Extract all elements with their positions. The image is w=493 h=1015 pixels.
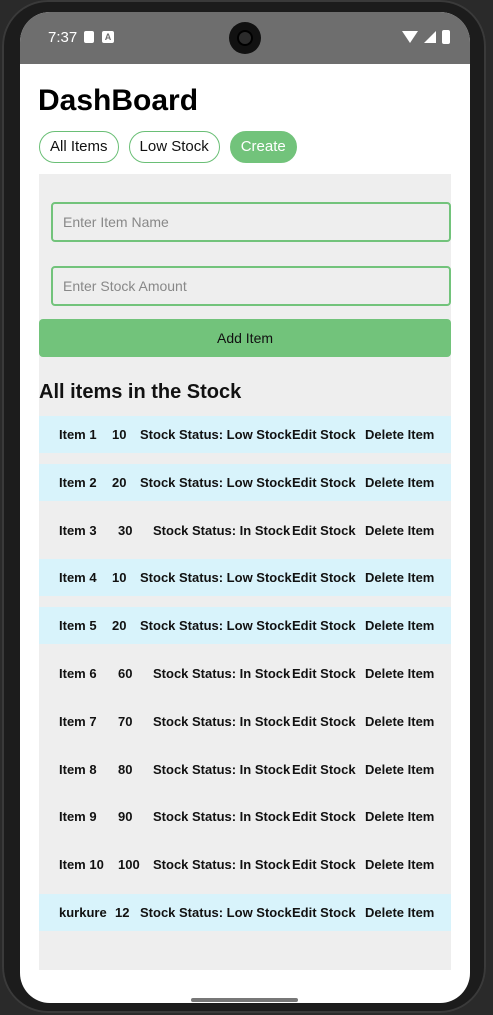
content-panel: Enter Item Name Enter Stock Amount Add I… xyxy=(39,174,451,970)
table-row: Item 3 30 Stock Status: In Stock Edit Stock… xyxy=(39,512,451,549)
battery-icon xyxy=(442,30,450,44)
stock-status: Stock Status: In Stock xyxy=(153,666,291,681)
delete-item-button[interactable]: Delete Item xyxy=(365,427,434,442)
item-quantity: 30 xyxy=(118,522,133,538)
delete-item-button[interactable]: Delete Item xyxy=(365,714,434,729)
item-quantity: 90 xyxy=(118,809,133,825)
table-row: Item 9 90 Stock Status: In Stock Edit Stock… xyxy=(39,798,451,835)
item-quantity: 10 xyxy=(112,570,127,586)
delete-item-button[interactable]: Delete Item xyxy=(365,809,434,824)
edit-stock-button[interactable]: Edit Stock xyxy=(292,570,356,585)
sd-card-icon xyxy=(84,31,94,43)
list-title: All items in the Stock xyxy=(39,381,242,403)
table-row: Item 4 10 Stock Status: Low Stock Edit Stoc… xyxy=(39,559,451,597)
item-quantity: 100 xyxy=(118,857,140,873)
edit-stock-button[interactable]: Edit Stock xyxy=(292,666,356,681)
table-row: Item 2 20 Stock Status: Low Stock Edit Stoc… xyxy=(39,463,451,501)
table-row: kurkure 12 Stock Status: Low Stock Edit Sto… xyxy=(39,894,451,931)
edit-stock-button[interactable]: Edit Stock xyxy=(292,475,356,490)
item-name: Item 7 xyxy=(59,713,97,729)
edit-stock-button[interactable]: Edit Stock xyxy=(292,905,356,920)
item-quantity: 20 xyxy=(112,618,127,634)
tab-bar: All Items Low Stock Create xyxy=(39,131,297,163)
table-row: Item 8 80 Stock Status: In Stock Edit Stock… xyxy=(39,751,451,788)
delete-item-button[interactable]: Delete Item xyxy=(365,570,434,585)
item-name: Item 8 xyxy=(59,761,97,777)
status-bar: 7:37 A xyxy=(20,12,470,64)
stock-status: Stock Status: In Stock xyxy=(153,713,291,729)
phone-frame: 7:37 A DashBoard All Items Low Stock Cre… xyxy=(2,0,486,1013)
item-quantity: 70 xyxy=(118,713,133,729)
item-name: Item 2 xyxy=(59,474,97,490)
delete-item-button[interactable]: Delete Item xyxy=(365,905,434,920)
table-row: Item 7 70 Stock Status: In Stock Edit Stock… xyxy=(39,703,451,740)
stock-status: Stock Status: Low Stock xyxy=(140,618,292,634)
stock-status: Stock Status: In Stock xyxy=(153,761,291,777)
edit-stock-button[interactable]: Edit Stock xyxy=(292,714,356,729)
page-title: DashBoard xyxy=(38,84,199,117)
a-badge-icon: A xyxy=(102,31,114,43)
status-icons xyxy=(402,30,450,44)
item-name: Item 3 xyxy=(59,522,97,538)
item-name: Item 9 xyxy=(59,809,97,825)
app-screen: 7:37 A DashBoard All Items Low Stock Cre… xyxy=(20,12,470,1003)
item-quantity: 10 xyxy=(112,427,127,442)
edit-stock-button[interactable]: Edit Stock xyxy=(292,809,356,824)
signal-icon xyxy=(424,31,436,43)
item-name: Item 4 xyxy=(59,570,97,586)
item-name: Item 1 xyxy=(59,427,97,442)
stock-status: Stock Status: In Stock xyxy=(153,809,291,825)
stock-status: Stock Status: In Stock xyxy=(153,857,291,873)
stock-status: Stock Status: Low Stock xyxy=(140,570,292,586)
stock-status: Stock Status: Low Stock xyxy=(140,905,292,920)
table-row: Item 6 60 Stock Status: In Stock Edit Stock… xyxy=(39,655,451,692)
delete-item-button[interactable]: Delete Item xyxy=(365,666,434,681)
item-quantity: 12 xyxy=(115,905,130,920)
item-name: Item 10 xyxy=(59,857,104,873)
status-time: 7:37 xyxy=(48,29,78,46)
stock-status: Stock Status: Low Stock xyxy=(140,474,292,490)
edit-stock-button[interactable]: Edit Stock xyxy=(292,857,356,872)
stock-status: Stock Status: In Stock xyxy=(153,522,291,538)
stock-amount-input[interactable]: Enter Stock Amount xyxy=(51,266,451,306)
item-name-input[interactable]: Enter Item Name xyxy=(51,202,451,242)
item-quantity: 80 xyxy=(118,761,133,777)
edit-stock-button[interactable]: Edit Stock xyxy=(292,762,356,777)
home-indicator[interactable] xyxy=(191,998,298,1002)
table-row: Item 1 10 Stock Status: Low Stock Edit Stoc… xyxy=(39,416,451,453)
edit-stock-button[interactable]: Edit Stock xyxy=(292,427,356,442)
camera-cutout xyxy=(229,22,261,54)
edit-stock-button[interactable]: Edit Stock xyxy=(292,618,356,633)
item-name: kurkure xyxy=(59,905,107,920)
item-quantity: 60 xyxy=(118,666,133,681)
delete-item-button[interactable]: Delete Item xyxy=(365,475,434,490)
delete-item-button[interactable]: Delete Item xyxy=(365,523,434,538)
table-row: Item 5 20 Stock Status: Low Stock Edit Stoc… xyxy=(39,607,451,645)
wifi-icon xyxy=(402,31,418,43)
tab-all-items[interactable]: All Items xyxy=(39,131,119,163)
tab-low-stock[interactable]: Low Stock xyxy=(128,131,220,163)
item-name: Item 5 xyxy=(59,618,97,634)
add-item-button[interactable]: Add Item xyxy=(39,319,451,357)
edit-stock-button[interactable]: Edit Stock xyxy=(292,523,356,538)
stock-status: Stock Status: Low Stock xyxy=(140,427,292,442)
delete-item-button[interactable]: Delete Item xyxy=(365,857,434,872)
tab-create[interactable]: Create xyxy=(229,131,297,163)
item-name: Item 6 xyxy=(59,666,97,681)
delete-item-button[interactable]: Delete Item xyxy=(365,762,434,777)
item-quantity: 20 xyxy=(112,474,127,490)
table-row: Item 10 100 Stock Status: In Stock Edit Sto… xyxy=(39,846,451,883)
delete-item-button[interactable]: Delete Item xyxy=(365,618,434,633)
